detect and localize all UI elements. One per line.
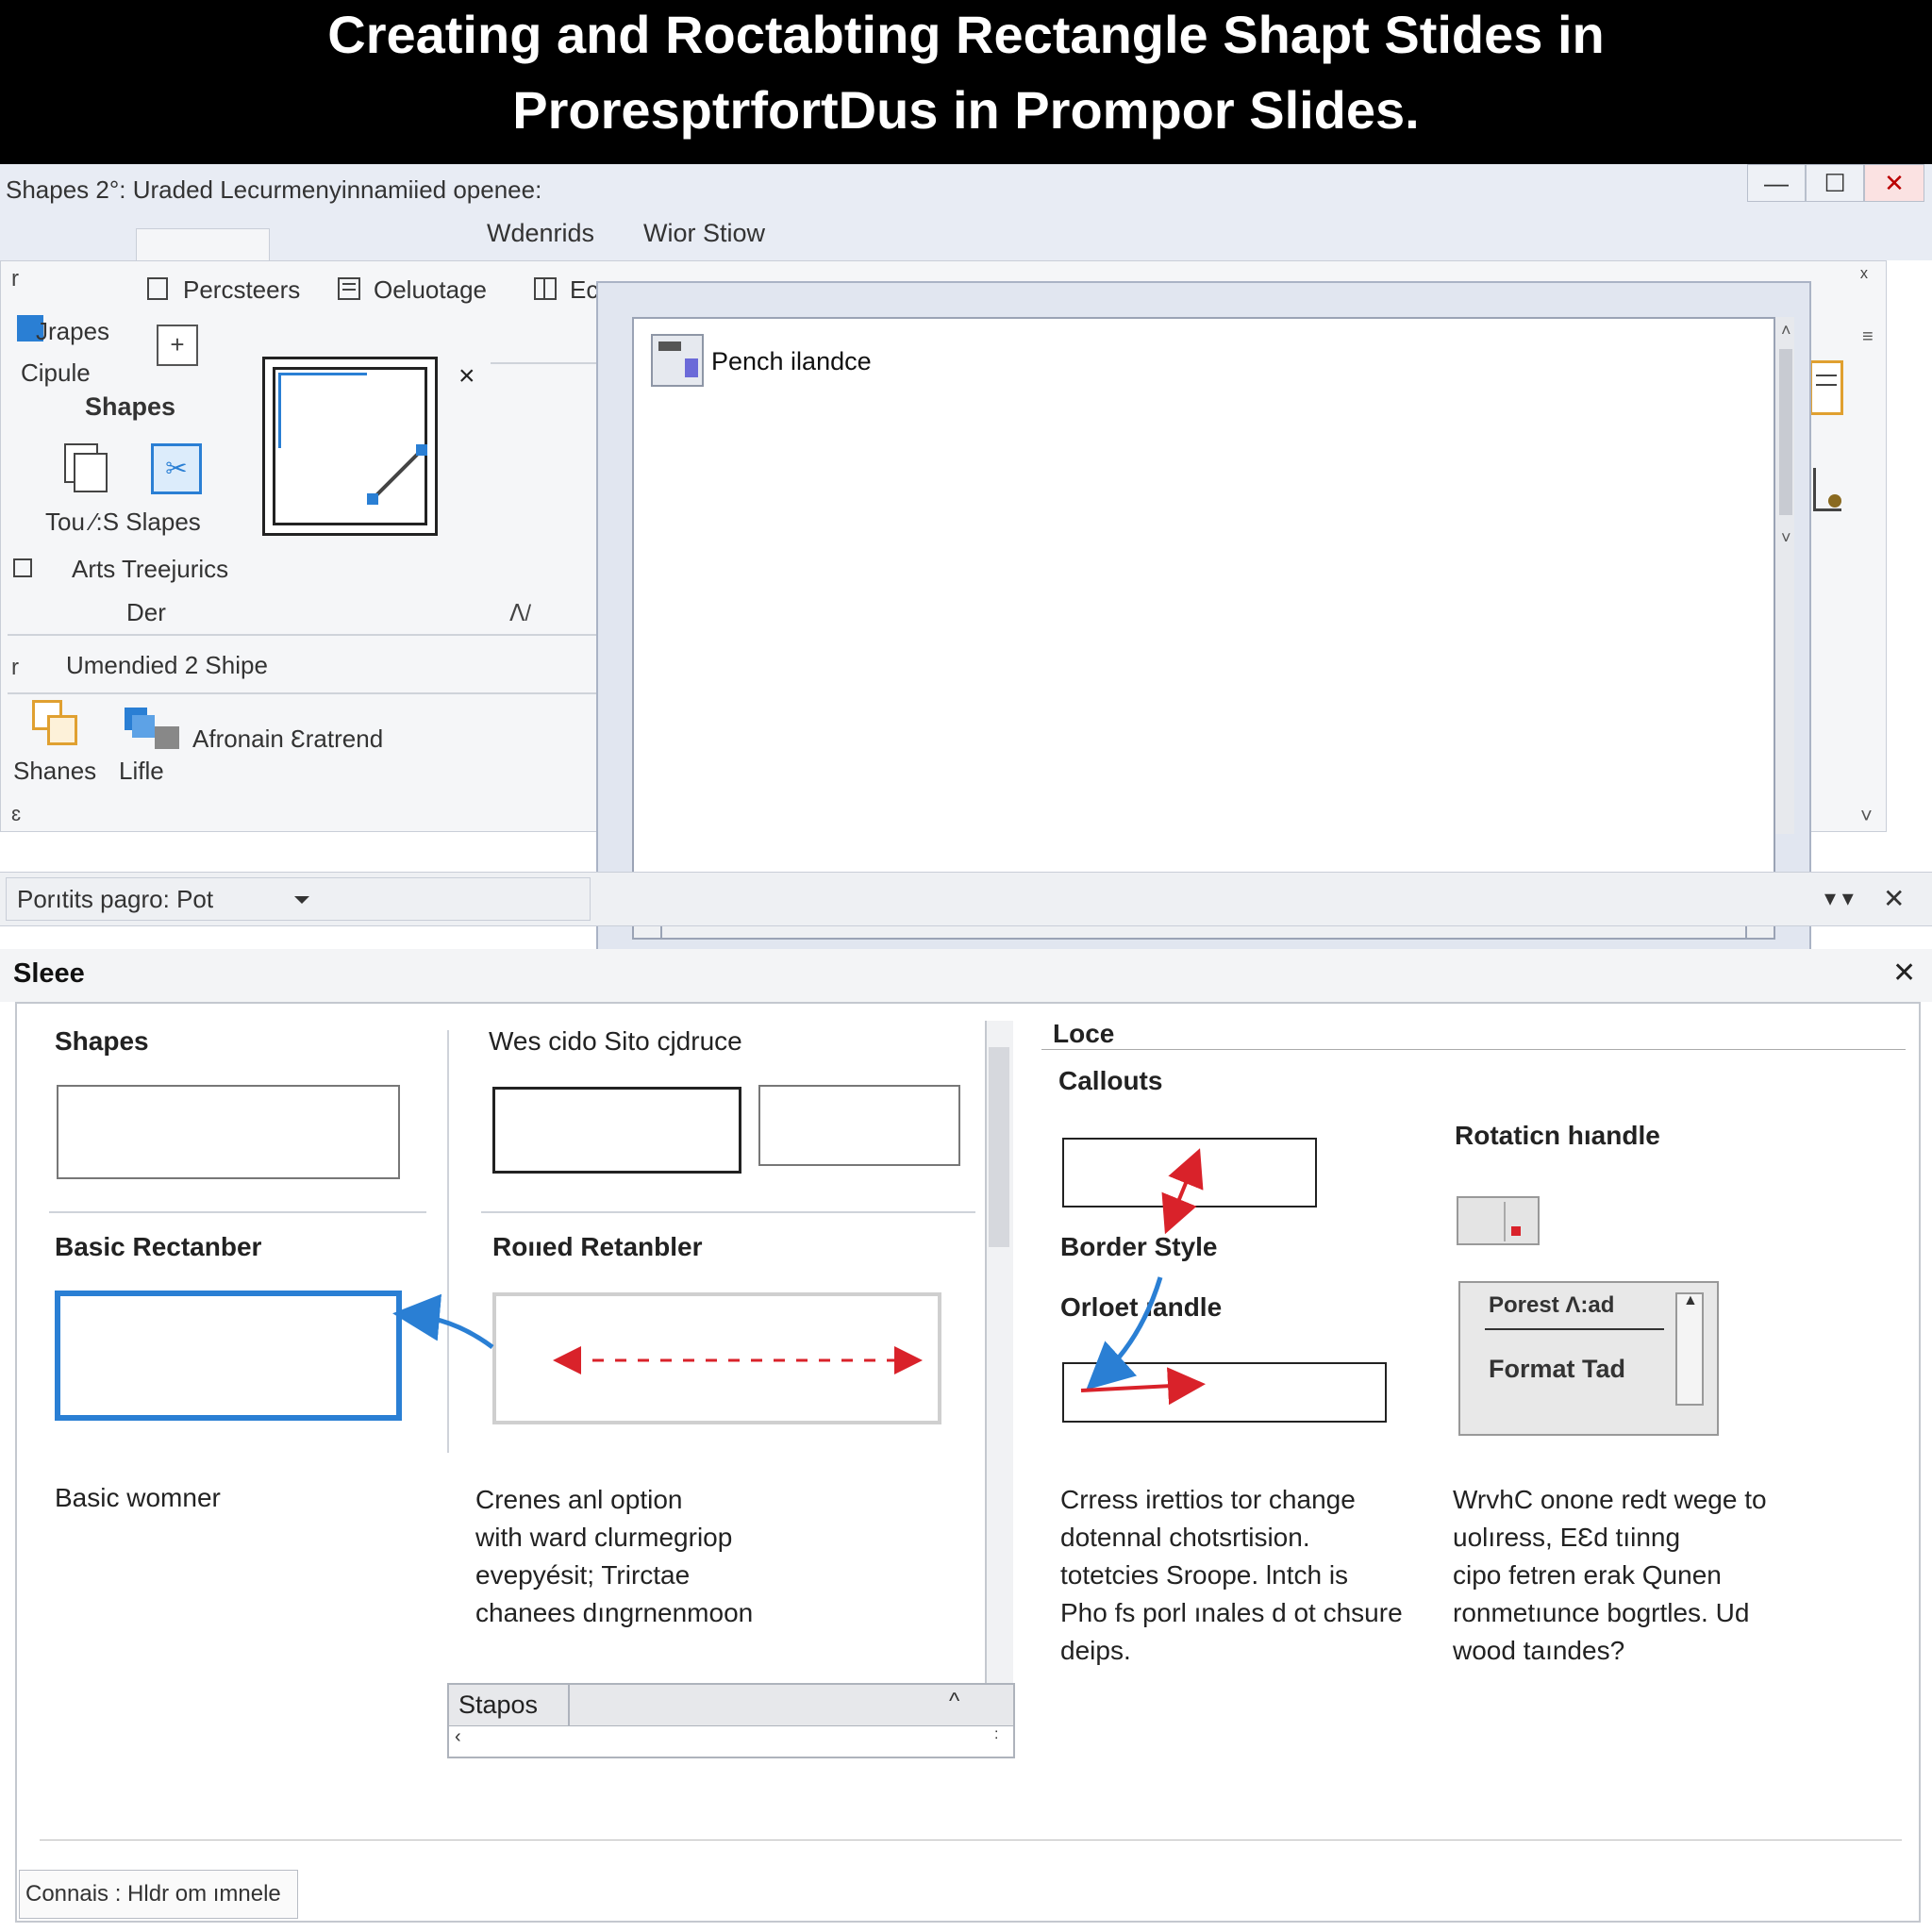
status-bar: Connais : Hldr om ımnele	[19, 1870, 298, 1919]
annotation-arrows	[392, 1148, 1206, 1406]
blue-arrow-offset	[1086, 1276, 1163, 1391]
red-horizontal-arrow	[1080, 1367, 1206, 1406]
status-text: Connais : Hldr om ımnele	[25, 1881, 281, 1907]
blue-arrow-to-basic-rect	[392, 1293, 494, 1350]
red-vertical-arrow	[1161, 1148, 1204, 1235]
